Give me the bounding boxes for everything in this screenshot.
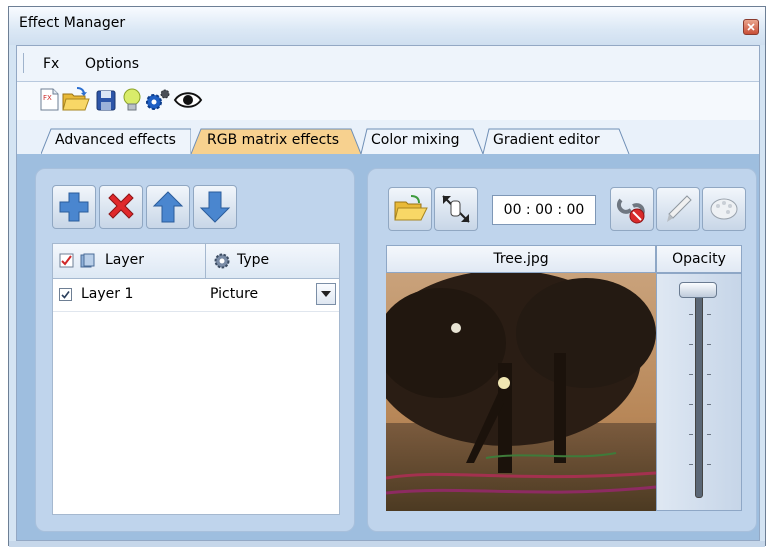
slider-thumb[interactable] [679,282,717,298]
gears-icon[interactable] [143,86,170,114]
delete-icon[interactable] [99,185,143,229]
slider-tick [689,314,693,315]
tab-gradient-editor-label: Gradient editor [493,132,600,148]
tab-strip: Advanced effects RGB matrix effects Colo… [17,120,759,155]
slider-tick [707,404,711,405]
layers-panel: Layer Type Layer 1 Picture [35,168,355,532]
close-icon[interactable] [743,19,759,35]
window-title: Effect Manager [19,15,126,31]
palette-icon[interactable] [702,187,746,231]
slider-tick [689,464,693,465]
menu-options[interactable]: Options [85,56,139,72]
time-display: 00 : 00 : 00 [492,195,596,225]
slider-track [695,286,703,498]
effect-manager-window: Effect Manager Fx Options FX Advanced ef… [8,6,766,547]
opacity-label: Opacity [656,245,742,273]
slider-tick [707,374,711,375]
check-column-icon [59,253,74,268]
tab-color-mixing[interactable]: Color mixing [357,128,483,154]
resize-icon[interactable] [434,187,478,231]
slider-tick [689,434,693,435]
client-area: Fx Options FX Advanced effects RGB matri… [16,45,760,541]
column-separator [205,244,206,278]
move-up-icon[interactable] [146,185,190,229]
brush-icon[interactable] [656,187,700,231]
tab-advanced-effects[interactable]: Advanced effects [41,128,191,154]
slider-tick [689,344,693,345]
preview-panel: 00 : 00 : 00 Tree.jpg Opacity [367,168,757,532]
slider-tick [689,404,693,405]
column-type[interactable]: Type [237,252,269,268]
layers-grid: Layer Type Layer 1 Picture [52,243,340,515]
column-layer[interactable]: Layer [105,252,144,268]
layer-type-combo[interactable]: Picture [206,279,339,310]
unlink-icon[interactable] [610,187,654,231]
table-row[interactable]: Layer 1 Picture [53,279,339,312]
svg-text:FX: FX [43,94,52,102]
menu-bar: Fx Options [17,46,759,82]
save-disk-icon[interactable] [93,86,119,114]
tab-content: Layer Type Layer 1 Picture 00: 00: 00 … [17,154,759,540]
slider-tick [707,314,711,315]
layers-icon [80,253,95,268]
window-frame-bottom [9,541,765,547]
slider-tick [707,434,711,435]
tab-advanced-effects-label: Advanced effects [55,132,176,148]
image-title: Tree.jpg [386,245,656,273]
layer-name: Layer 1 [81,286,134,302]
eye-icon[interactable] [173,86,203,114]
title-bar: Effect Manager [9,7,765,45]
move-down-icon[interactable] [193,185,237,229]
slider-tick [707,464,711,465]
type-gear-icon [214,253,230,269]
opacity-slider[interactable] [656,273,742,511]
layers-grid-header: Layer Type [53,244,339,279]
slider-tick [707,344,711,345]
new-effect-icon[interactable]: FX [37,86,63,114]
toolbar: FX [17,82,759,120]
tab-rgb-matrix-effects-label: RGB matrix effects [207,132,340,148]
add-icon[interactable] [52,185,96,229]
open-folder-icon[interactable] [388,187,432,231]
layer-checkbox[interactable] [59,288,73,302]
open-folder-icon[interactable] [61,86,90,114]
tab-rgb-matrix-effects[interactable]: RGB matrix effects [191,128,361,154]
layer-type-value: Picture [210,286,259,302]
chevron-down-icon[interactable] [316,283,336,305]
tab-color-mixing-label: Color mixing [371,132,460,148]
light-bulb-icon[interactable] [119,86,145,114]
menu-grip [23,53,26,73]
tree-picture [386,273,656,511]
slider-tick [689,374,693,375]
tab-gradient-editor[interactable]: Gradient editor [479,128,631,154]
menu-fx[interactable]: Fx [43,56,59,72]
